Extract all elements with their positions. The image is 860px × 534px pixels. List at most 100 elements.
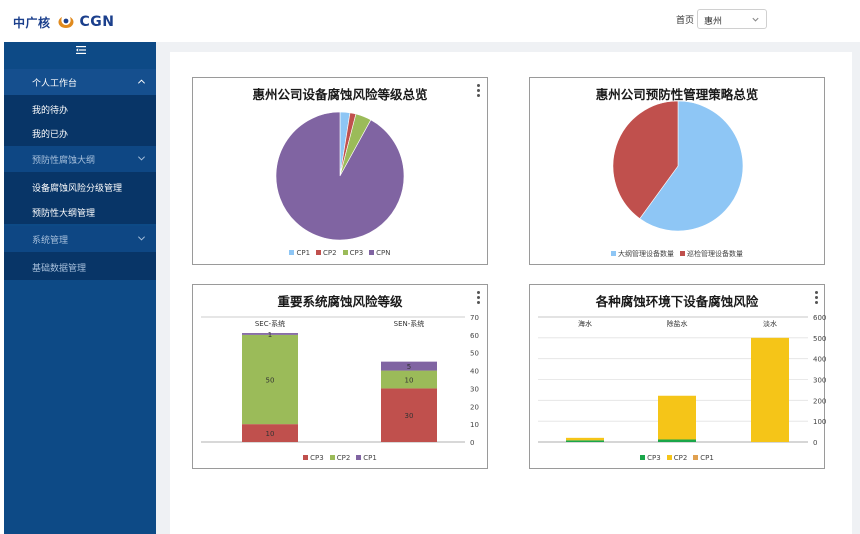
submenu-system: 基础数据管理 xyxy=(4,252,156,280)
legend-swatch xyxy=(289,250,295,255)
bar-segment[interactable] xyxy=(566,440,604,442)
sidebar-toggle[interactable] xyxy=(4,42,156,60)
bar-value-label: 50 xyxy=(266,377,275,385)
legend-swatch xyxy=(316,250,322,255)
legend-swatch xyxy=(666,455,672,460)
menu-group-preventive-outline[interactable]: 预防性腐蚀大纲 xyxy=(4,146,156,172)
bar-segment[interactable] xyxy=(658,439,696,443)
legend-label: CP3 xyxy=(349,249,364,257)
bar-segment[interactable] xyxy=(751,337,789,442)
legend-item[interactable]: CP1 xyxy=(289,249,310,257)
legend-swatch xyxy=(369,250,375,255)
legend-item[interactable]: CPN xyxy=(369,249,391,257)
y-tick-label: 50 xyxy=(470,350,479,358)
legend-item[interactable]: CP3 xyxy=(640,454,661,462)
chart-legend: CP1 CP2 CP3 CPN xyxy=(193,249,487,257)
legend-item[interactable]: 巡检管理设备数量 xyxy=(680,249,743,259)
legend-swatch xyxy=(342,250,348,255)
bar-segment[interactable] xyxy=(658,395,696,440)
legend-item[interactable]: CP2 xyxy=(329,454,351,462)
legend-item[interactable]: CP2 xyxy=(316,249,337,257)
legend-swatch xyxy=(303,455,309,460)
chart-legend: CP3 CP2 CP1 xyxy=(193,454,487,462)
legend-label: 大纲管理设备数量 xyxy=(618,250,674,258)
category-label: 海水 xyxy=(578,319,592,328)
bar-value-label: 10 xyxy=(405,377,414,385)
sidebar-item-basic-data[interactable]: 基础数据管理 xyxy=(32,261,86,274)
chevron-up-icon xyxy=(137,79,146,84)
stacked-bar-chart: 0 100 200 300 400 500 600 海水 除盐水 淡水 xyxy=(538,314,826,447)
menu-group-personal[interactable]: 个人工作台 xyxy=(4,69,156,95)
legend-item[interactable]: CP3 xyxy=(342,249,364,257)
chart-card-strategy-overview: 惠州公司预防性管理策略总览 大纲管理设备数量 巡检管理设备数量 xyxy=(529,77,825,265)
legend-label: CP2 xyxy=(673,454,688,462)
y-tick-label: 600 xyxy=(813,314,826,322)
legend-item[interactable]: CP3 xyxy=(303,454,324,462)
sidebar-item-outline-management[interactable]: 预防性大纲管理 xyxy=(32,206,95,219)
y-tick-label: 40 xyxy=(470,368,479,376)
chevron-down-icon xyxy=(137,236,146,241)
chart-legend: CP3 CP2 CP1 xyxy=(530,454,824,462)
submenu-preventive-outline: 设备腐蚀风险分级管理 预防性大纲管理 xyxy=(4,172,156,224)
cgn-logo[interactable]: 中广核 CGN xyxy=(13,13,115,31)
menu-fold-icon xyxy=(76,46,86,54)
category-label: SEN-系统 xyxy=(394,319,425,328)
legend-swatch xyxy=(693,455,699,460)
y-tick-label: 20 xyxy=(470,403,479,411)
category-label: 除盐水 xyxy=(667,319,688,328)
legend-label: CP1 xyxy=(296,249,311,257)
legend-label: CPN xyxy=(376,249,391,257)
legend-label: CP3 xyxy=(310,454,324,462)
bar-value-label: 10 xyxy=(266,430,275,438)
legend-label: CP1 xyxy=(700,454,714,462)
menu-group-label: 个人工作台 xyxy=(32,79,78,89)
sidebar-item-done[interactable]: 我的已办 xyxy=(32,127,68,140)
cgn-logo-mark-icon xyxy=(58,17,74,28)
y-tick-label: 0 xyxy=(813,439,817,447)
chevron-down-icon xyxy=(137,156,146,161)
sidebar: 个人工作台 我的待办 我的已办 预防性腐蚀大纲 设备腐蚀风险分级管理 预防性大纲… xyxy=(4,42,156,534)
menu-group-label: 系统管理 xyxy=(32,236,69,246)
y-tick-label: 30 xyxy=(470,385,479,393)
legend-item[interactable]: 大纲管理设备数量 xyxy=(611,249,674,259)
menu-group-label: 预防性腐蚀大纲 xyxy=(32,156,96,166)
category-label: 淡水 xyxy=(763,319,777,328)
pie-chart xyxy=(612,100,744,232)
city-select-value: 惠州 xyxy=(704,17,723,27)
city-select[interactable]: 惠州 xyxy=(697,9,767,29)
chart-legend: 大纲管理设备数量 巡检管理设备数量 xyxy=(530,249,824,259)
legend-swatch xyxy=(640,455,646,460)
y-tick-label: 300 xyxy=(813,377,826,385)
bar-value-label: 30 xyxy=(405,412,414,420)
y-tick-label: 70 xyxy=(470,314,479,322)
sidebar-item-risk-grading[interactable]: 设备腐蚀风险分级管理 xyxy=(32,181,122,194)
home-link[interactable]: 首页 xyxy=(676,13,694,26)
chart-card-risk-overview: 惠州公司设备腐蚀风险等级总览 CP1 CP2 CP3 CPN xyxy=(192,77,488,265)
sidebar-item-todo[interactable]: 我的待办 xyxy=(32,103,68,116)
y-tick-label: 10 xyxy=(470,421,479,429)
legend-swatch xyxy=(680,251,685,256)
legend-item[interactable]: CP1 xyxy=(356,454,377,462)
stacked-bar-chart: 0 10 20 30 40 50 60 70 SEC-系统 SEN-系统 10 50 1 30 10 5 xyxy=(201,314,479,447)
y-tick-label: 60 xyxy=(470,332,479,340)
y-tick-label: 400 xyxy=(813,356,826,364)
top-bar: 中广核 CGN 首页 惠州 xyxy=(0,0,860,42)
y-tick-label: 100 xyxy=(813,418,826,426)
bar-segment[interactable] xyxy=(566,437,604,441)
chart-card-system-risk: 重要系统腐蚀风险等级 0 10 20 30 40 50 60 70 SEC-系统 SEN-系统 10… xyxy=(192,284,488,469)
legend-item[interactable]: CP1 xyxy=(693,454,714,462)
legend-label: CP1 xyxy=(363,454,377,462)
legend-label: CP3 xyxy=(647,454,661,462)
submenu-personal: 我的待办 我的已办 xyxy=(4,95,156,146)
logo-cn-text: 中广核 xyxy=(13,15,51,30)
bar-value-label: 5 xyxy=(407,363,411,371)
legend-swatch xyxy=(611,251,616,256)
legend-label: CP2 xyxy=(336,454,351,462)
legend-swatch xyxy=(356,455,362,460)
legend-label: 巡检管理设备数量 xyxy=(687,250,743,258)
pie-slice[interactable] xyxy=(275,111,405,241)
legend-swatch xyxy=(329,455,335,460)
category-label: SEC-系统 xyxy=(255,319,285,328)
menu-group-system[interactable]: 系统管理 xyxy=(4,226,156,252)
legend-item[interactable]: CP2 xyxy=(666,454,688,462)
